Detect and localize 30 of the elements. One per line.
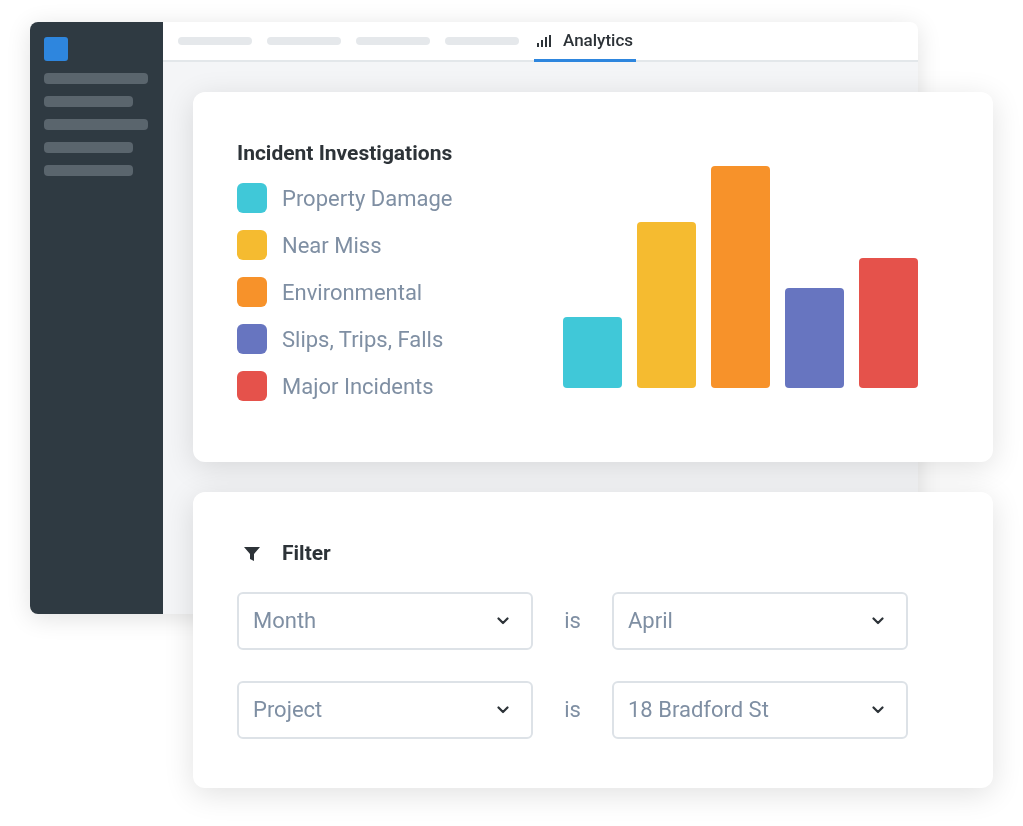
chevron-down-icon (872, 705, 884, 714)
legend-label: Property Damage (282, 184, 453, 213)
tab-placeholder[interactable] (178, 37, 252, 45)
legend-label: Environmental (282, 278, 423, 307)
sidebar-item-placeholder[interactable] (44, 165, 133, 176)
legend-label: Near Miss (282, 231, 382, 260)
dropdown[interactable]: Project (237, 680, 533, 739)
dropdown[interactable]: April (612, 591, 908, 650)
chevron-down-icon (497, 616, 509, 625)
tab-placeholder[interactable] (267, 37, 341, 45)
legend-label: Slips, Trips, Falls (282, 325, 444, 354)
chevron-down-icon (872, 616, 884, 625)
dropdown[interactable]: Month (237, 591, 533, 650)
legend-label: Major Incidents (282, 372, 434, 401)
sidebar-item-placeholder[interactable] (44, 142, 133, 153)
chart-title: Incident Investigations (237, 140, 454, 167)
chart-bar (563, 317, 622, 388)
chevron-down-icon (497, 705, 509, 714)
operator-label: is (563, 607, 582, 635)
dropdown[interactable]: 18 Bradford St (612, 680, 908, 739)
sidebar-item-placeholder[interactable] (44, 73, 148, 84)
filter-icon (244, 545, 260, 562)
sidebar-item-placeholder[interactable] (44, 96, 133, 107)
filter-title: Filter (282, 540, 331, 567)
sidebar-item-placeholder[interactable] (44, 119, 148, 130)
tab-placeholder[interactable] (356, 37, 430, 45)
operator-label: is (563, 696, 582, 724)
tab-placeholder[interactable] (445, 37, 519, 45)
bar-chart-icon (537, 34, 553, 47)
logo-icon (44, 37, 68, 61)
